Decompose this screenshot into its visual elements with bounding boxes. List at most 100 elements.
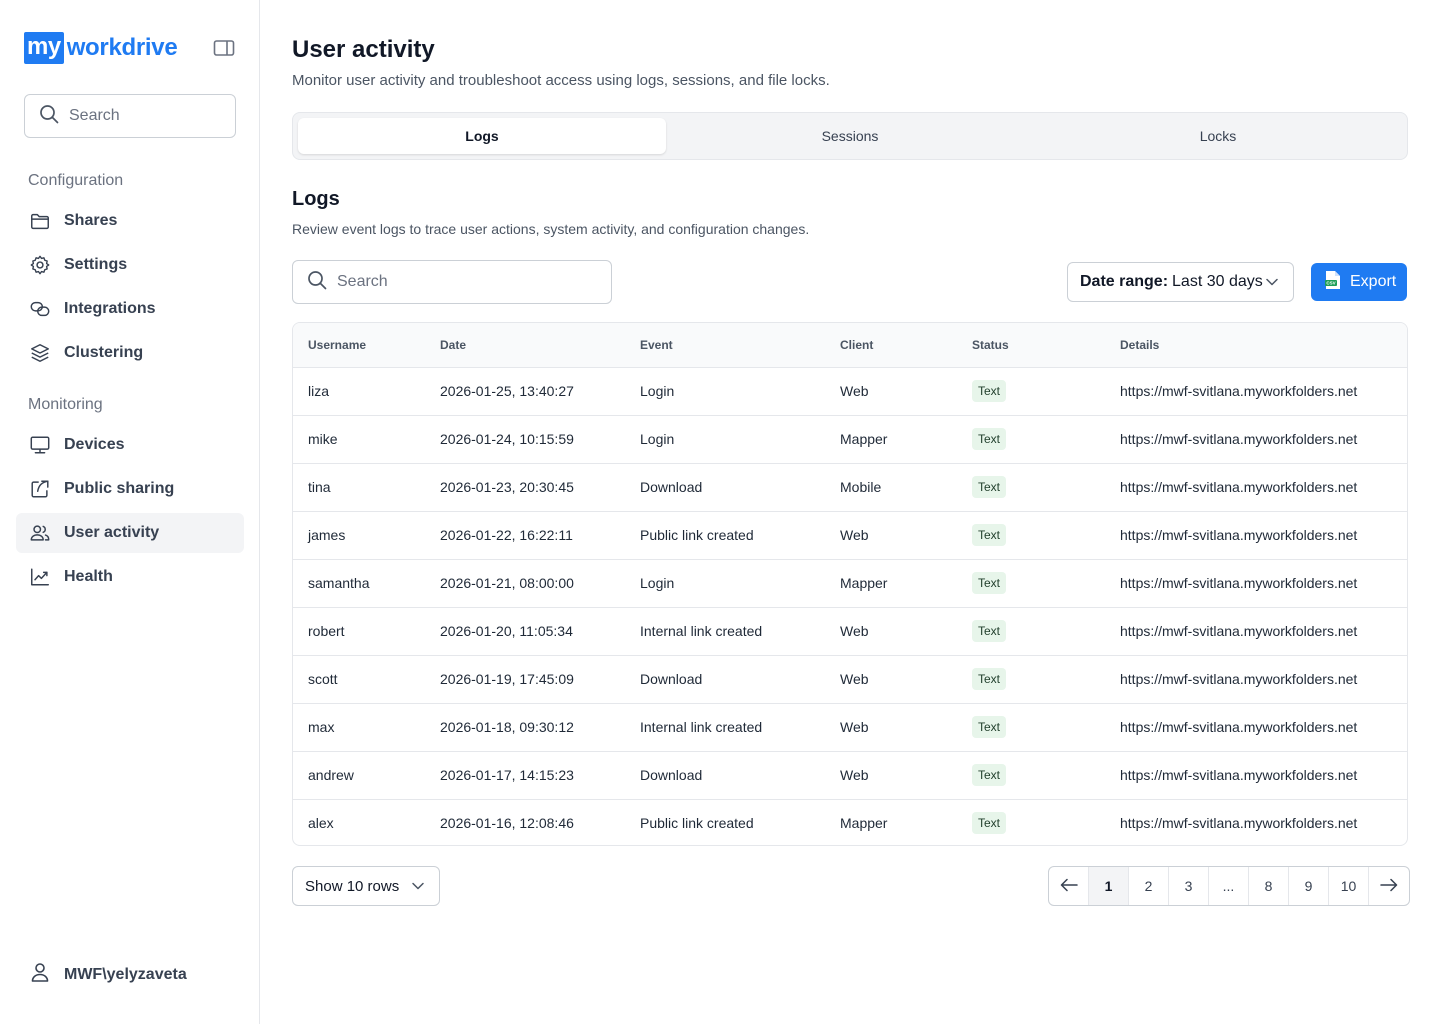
column-header[interactable]: Details (1105, 323, 1407, 368)
pagination: 1 2 3 ... 8 9 10 (1048, 866, 1410, 906)
tab-sessions[interactable]: Sessions (666, 118, 1034, 154)
cell-event: Public link created (625, 511, 825, 560)
cell-details: https://mwf-svitlana.myworkfolders.net (1105, 463, 1407, 512)
cell-client: Web (825, 511, 957, 560)
sidebar-item-label: Clustering (64, 344, 144, 361)
sidebar-item-user-activity[interactable]: User activity (16, 513, 244, 553)
logs-search-input[interactable] (337, 273, 597, 291)
cell-username: scott (293, 655, 425, 704)
cell-event: Internal link created (625, 607, 825, 656)
sidebar-item-shares[interactable]: Shares (16, 201, 244, 241)
cell-username: samantha (293, 559, 425, 608)
next-page-button[interactable] (1369, 867, 1409, 905)
sidebar-item-label: User activity (64, 524, 160, 541)
cell-date: 2026-01-16, 12:08:46 (440, 815, 574, 832)
logs-search[interactable] (292, 260, 612, 304)
cell-client: Web (825, 367, 957, 416)
column-header[interactable]: Client (825, 323, 957, 368)
table-row[interactable]: robert 2026-01-20, 11:05:34 Internal link … (293, 607, 1407, 656)
layers-icon (28, 341, 52, 365)
cell-username: james (293, 511, 425, 560)
column-header[interactable]: Date (425, 323, 625, 368)
table-row[interactable]: samantha 2026-01-21, 08:00:00 Login Mapper T… (293, 559, 1407, 608)
table-row[interactable]: tina 2026-01-23, 20:30:45 Download Mobile Te… (293, 463, 1407, 512)
cell-date: 2026-01-22, 16:22:11 (425, 511, 625, 560)
cell-username: alex (308, 815, 334, 832)
cell-client: Mobile (825, 463, 957, 512)
tab-logs[interactable]: Logs (298, 118, 666, 154)
cell-event: Login (625, 415, 825, 464)
cell-details: https://mwf-svitlana.myworkfolders.net (1105, 703, 1407, 752)
table-row[interactable]: andrew 2026-01-17, 14:15:23 Download Web Tex… (293, 751, 1407, 800)
cell-username: max (293, 703, 425, 752)
page-button[interactable]: 8 (1249, 867, 1289, 905)
current-user[interactable]: MWF\yelyzaveta (28, 960, 187, 989)
page-button[interactable]: 2 (1129, 867, 1169, 905)
status-badge: Text (972, 812, 1007, 835)
section-title: Logs (292, 188, 340, 210)
cell-client: Web (825, 751, 957, 800)
page-button[interactable]: 3 (1169, 867, 1209, 905)
page-button[interactable]: 10 (1329, 867, 1369, 905)
page-button[interactable]: 9 (1289, 867, 1329, 905)
export-button[interactable]: CSV Export (1311, 263, 1407, 301)
sidebar-item-integrations[interactable]: Integrations (16, 289, 244, 329)
cell-details: https://mwf-svitlana.myworkfolders.net (1105, 655, 1407, 704)
cell-username: andrew (293, 751, 425, 800)
section-label-monitoring: Monitoring (28, 396, 103, 413)
column-header[interactable]: Status (957, 323, 1105, 368)
link-icon (28, 297, 52, 321)
cell-date: 2026-01-25, 13:40:27 (425, 367, 625, 416)
cell-details: https://mwf-svitlana.myworkfolders.net (1105, 751, 1407, 800)
sidebar-item-devices[interactable]: Devices (16, 425, 244, 465)
status-badge: Text (972, 764, 1007, 786)
logs-table: Username Date Event Client Status Detail… (292, 322, 1408, 846)
table-row[interactable]: mike 2026-01-24, 10:15:59 Login Mapper Text h… (293, 415, 1407, 464)
sidebar-item-public-sharing[interactable]: Public sharing (16, 469, 244, 509)
status-badge: Text (972, 716, 1007, 738)
column-header[interactable]: Event (625, 323, 825, 368)
table-row[interactable]: alex 2026-01-16, 12:08:46 Public link crea… (293, 799, 1407, 845)
cell-date: 2026-01-19, 17:45:09 (425, 655, 625, 704)
cell-details: https://mwf-svitlana.myworkfolders.net (1105, 559, 1407, 608)
logo-mark: my (24, 32, 64, 64)
sidebar-search[interactable] (24, 94, 236, 138)
sidebar-search-input[interactable] (69, 107, 219, 125)
sidebar-item-health[interactable]: Health (16, 557, 244, 597)
cell-status: Text (957, 799, 1105, 845)
users-icon (28, 521, 52, 545)
sidebar-item-label: Health (64, 568, 113, 585)
cell-details: https://mwf-svitlana.myworkfolders.net (1105, 367, 1407, 416)
date-range-dropdown[interactable]: Date range: Last 30 days (1067, 262, 1294, 302)
cell-date: 2026-01-21, 08:00:00 (425, 559, 625, 608)
table-row[interactable]: scott 2026-01-19, 17:45:09 Download Web Text… (293, 655, 1407, 704)
column-header[interactable]: Username (293, 323, 425, 368)
cell-date: 2026-01-17, 14:15:23 (425, 751, 625, 800)
cell-client: Mapper (825, 415, 957, 464)
trend-icon (28, 565, 52, 589)
table-header: Username Date Event Client Status Detail… (293, 323, 1407, 368)
sidebar: my workdrive Configuration Shares Settin… (0, 0, 260, 1024)
cell-client: Mapper (840, 815, 888, 832)
logo[interactable]: my workdrive (24, 32, 178, 64)
table-row[interactable]: james 2026-01-22, 16:22:11 Public link cre… (293, 511, 1407, 560)
cell-username: liza (293, 367, 425, 416)
logo-wordmark: workdrive (66, 34, 178, 61)
sidebar-item-clustering[interactable]: Clustering (16, 333, 244, 373)
date-range-value: Last 30 days (1172, 273, 1263, 290)
prev-page-button[interactable] (1049, 867, 1089, 905)
rows-per-page-select[interactable]: Show 10 rows (292, 866, 440, 906)
search-icon (39, 104, 59, 129)
cell-status: Text (957, 367, 1105, 416)
cell-event: Login (625, 559, 825, 608)
cell-client: Web (825, 703, 957, 752)
tab-locks[interactable]: Locks (1034, 118, 1402, 154)
table-row[interactable]: max 2026-01-18, 09:30:12 Internal link cre… (293, 703, 1407, 752)
sidebar-toggle-icon[interactable] (213, 39, 235, 57)
sidebar-item-settings[interactable]: Settings (16, 245, 244, 285)
page-button[interactable]: 1 (1089, 867, 1129, 905)
user-icon (28, 960, 52, 989)
page-subtitle: Monitor user activity and troubleshoot a… (292, 72, 830, 89)
table-row[interactable]: liza 2026-01-25, 13:40:27 Login Web Text http… (293, 367, 1407, 416)
chevron-down-icon (411, 879, 425, 897)
